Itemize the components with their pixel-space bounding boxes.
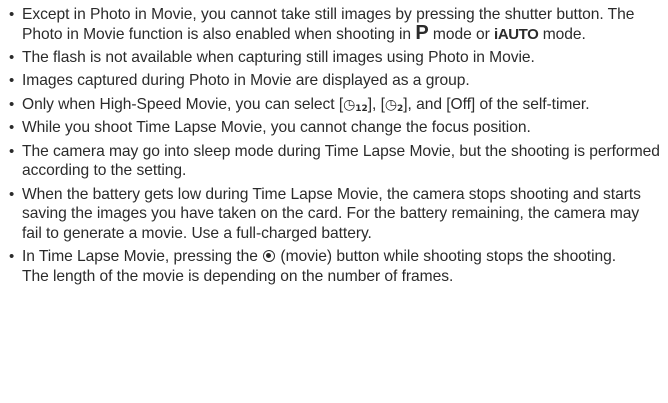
note-photo-in-movie: Except in Photo in Movie, you cannot tak… <box>9 5 660 44</box>
note-text: The flash is not available when capturin… <box>22 48 535 66</box>
note-battery: When the battery gets low during Time La… <box>9 185 660 244</box>
note-self-timer: Only when High-Speed Movie, you can sele… <box>9 95 660 115</box>
notes-list: Except in Photo in Movie, you cannot tak… <box>9 5 660 286</box>
note-text: When the battery gets low during Time La… <box>22 185 641 242</box>
note-text: The camera may go into sleep mode during… <box>22 142 660 180</box>
notes-section: Except in Photo in Movie, you cannot tak… <box>0 0 668 403</box>
note-text: (movie) button while shooting stops the … <box>276 248 617 266</box>
note-text: While you shoot Time Lapse Movie, you ca… <box>22 119 531 137</box>
note-text: In Time Lapse Movie, pressing the <box>22 248 263 266</box>
note-text: Only when High-Speed Movie, you can sele… <box>22 95 344 113</box>
note-text: mode. <box>538 25 586 43</box>
note-flash: The flash is not available when capturin… <box>9 48 660 68</box>
self-timer-12-icon: ◷12 <box>343 96 368 114</box>
p-mode-icon: P <box>415 21 429 44</box>
note-text: mode or <box>428 25 495 43</box>
movie-button-icon <box>263 250 276 263</box>
note-text: ], and [Off] of the self-timer. <box>403 95 590 113</box>
note-movie-button: In Time Lapse Movie, pressing the (movie… <box>9 247 660 286</box>
note-text: Images captured during Photo in Movie ar… <box>22 72 470 90</box>
timer-icon-label: 12 <box>355 103 368 114</box>
note-focus-position: While you shoot Time Lapse Movie, you ca… <box>9 118 660 138</box>
note-sleep-mode: The camera may go into sleep mode during… <box>9 142 660 181</box>
self-timer-2-icon: ◷2 <box>384 96 404 114</box>
note-text: ], [ <box>367 95 385 113</box>
note-followup: The length of the movie is depending on … <box>22 267 454 285</box>
iauto-mode-icon: iAUTO <box>494 25 539 43</box>
note-group-display: Images captured during Photo in Movie ar… <box>9 71 660 91</box>
